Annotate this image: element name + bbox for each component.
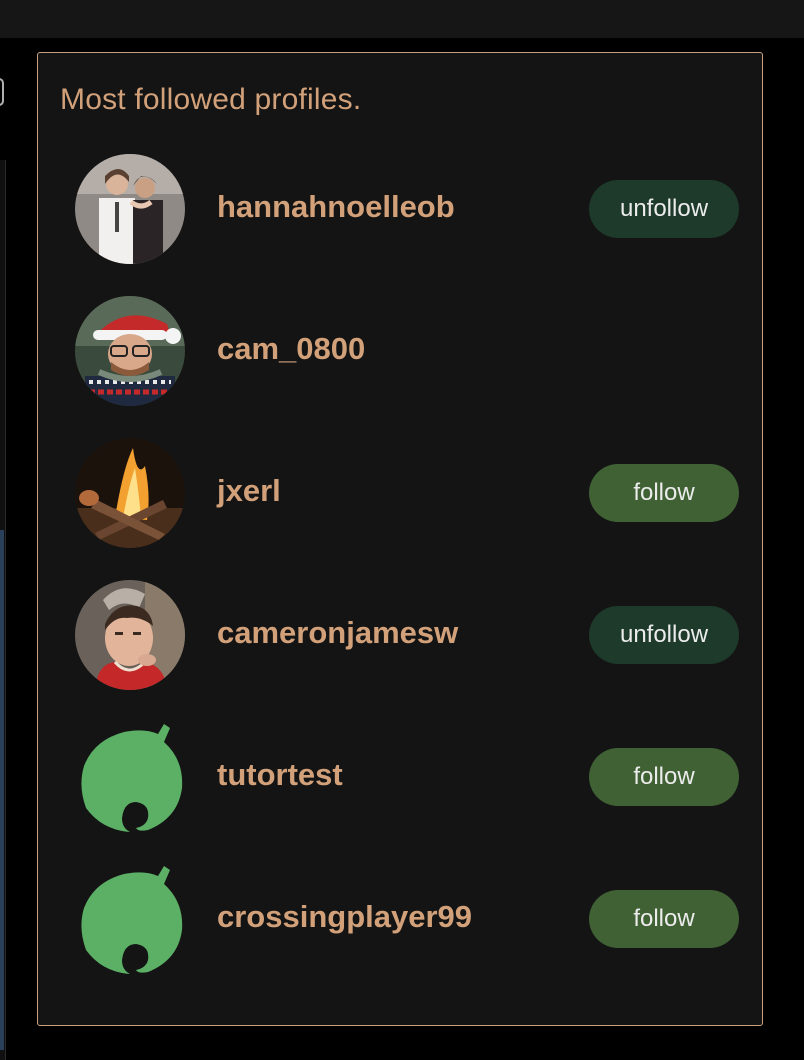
leaf-icon[interactable] <box>78 864 188 974</box>
list-item: jxerl follow <box>38 438 762 558</box>
avatar[interactable] <box>75 296 185 406</box>
username[interactable]: tutortest <box>217 757 343 793</box>
username[interactable]: crossingplayer99 <box>217 899 472 935</box>
panel-title: Most followed profiles. <box>60 83 362 116</box>
avatar[interactable] <box>75 580 185 690</box>
username[interactable]: cam_0800 <box>217 331 365 367</box>
username[interactable]: jxerl <box>217 473 281 509</box>
left-edge-panel <box>0 160 6 1060</box>
most-followed-panel: Most followed profiles. hannahnoelleob u… <box>37 52 763 1026</box>
list-item: tutortest follow <box>38 722 762 842</box>
list-item: cam_0800 <box>38 296 762 416</box>
unfollow-button[interactable]: unfollow <box>589 606 739 664</box>
avatar[interactable] <box>75 154 185 264</box>
avatar[interactable] <box>75 438 185 548</box>
partial-icon <box>0 78 4 106</box>
list-item: crossingplayer99 follow <box>38 864 762 984</box>
follow-button[interactable]: follow <box>589 748 739 806</box>
follow-button[interactable]: follow <box>589 464 739 522</box>
leaf-icon[interactable] <box>78 722 188 832</box>
list-item: cameronjamesw unfollow <box>38 580 762 700</box>
top-bar <box>0 0 804 38</box>
list-item: hannahnoelleob unfollow <box>38 154 762 274</box>
follow-button[interactable]: follow <box>589 890 739 948</box>
username[interactable]: cameronjamesw <box>217 615 458 651</box>
unfollow-button[interactable]: unfollow <box>589 180 739 238</box>
username[interactable]: hannahnoelleob <box>217 189 455 225</box>
